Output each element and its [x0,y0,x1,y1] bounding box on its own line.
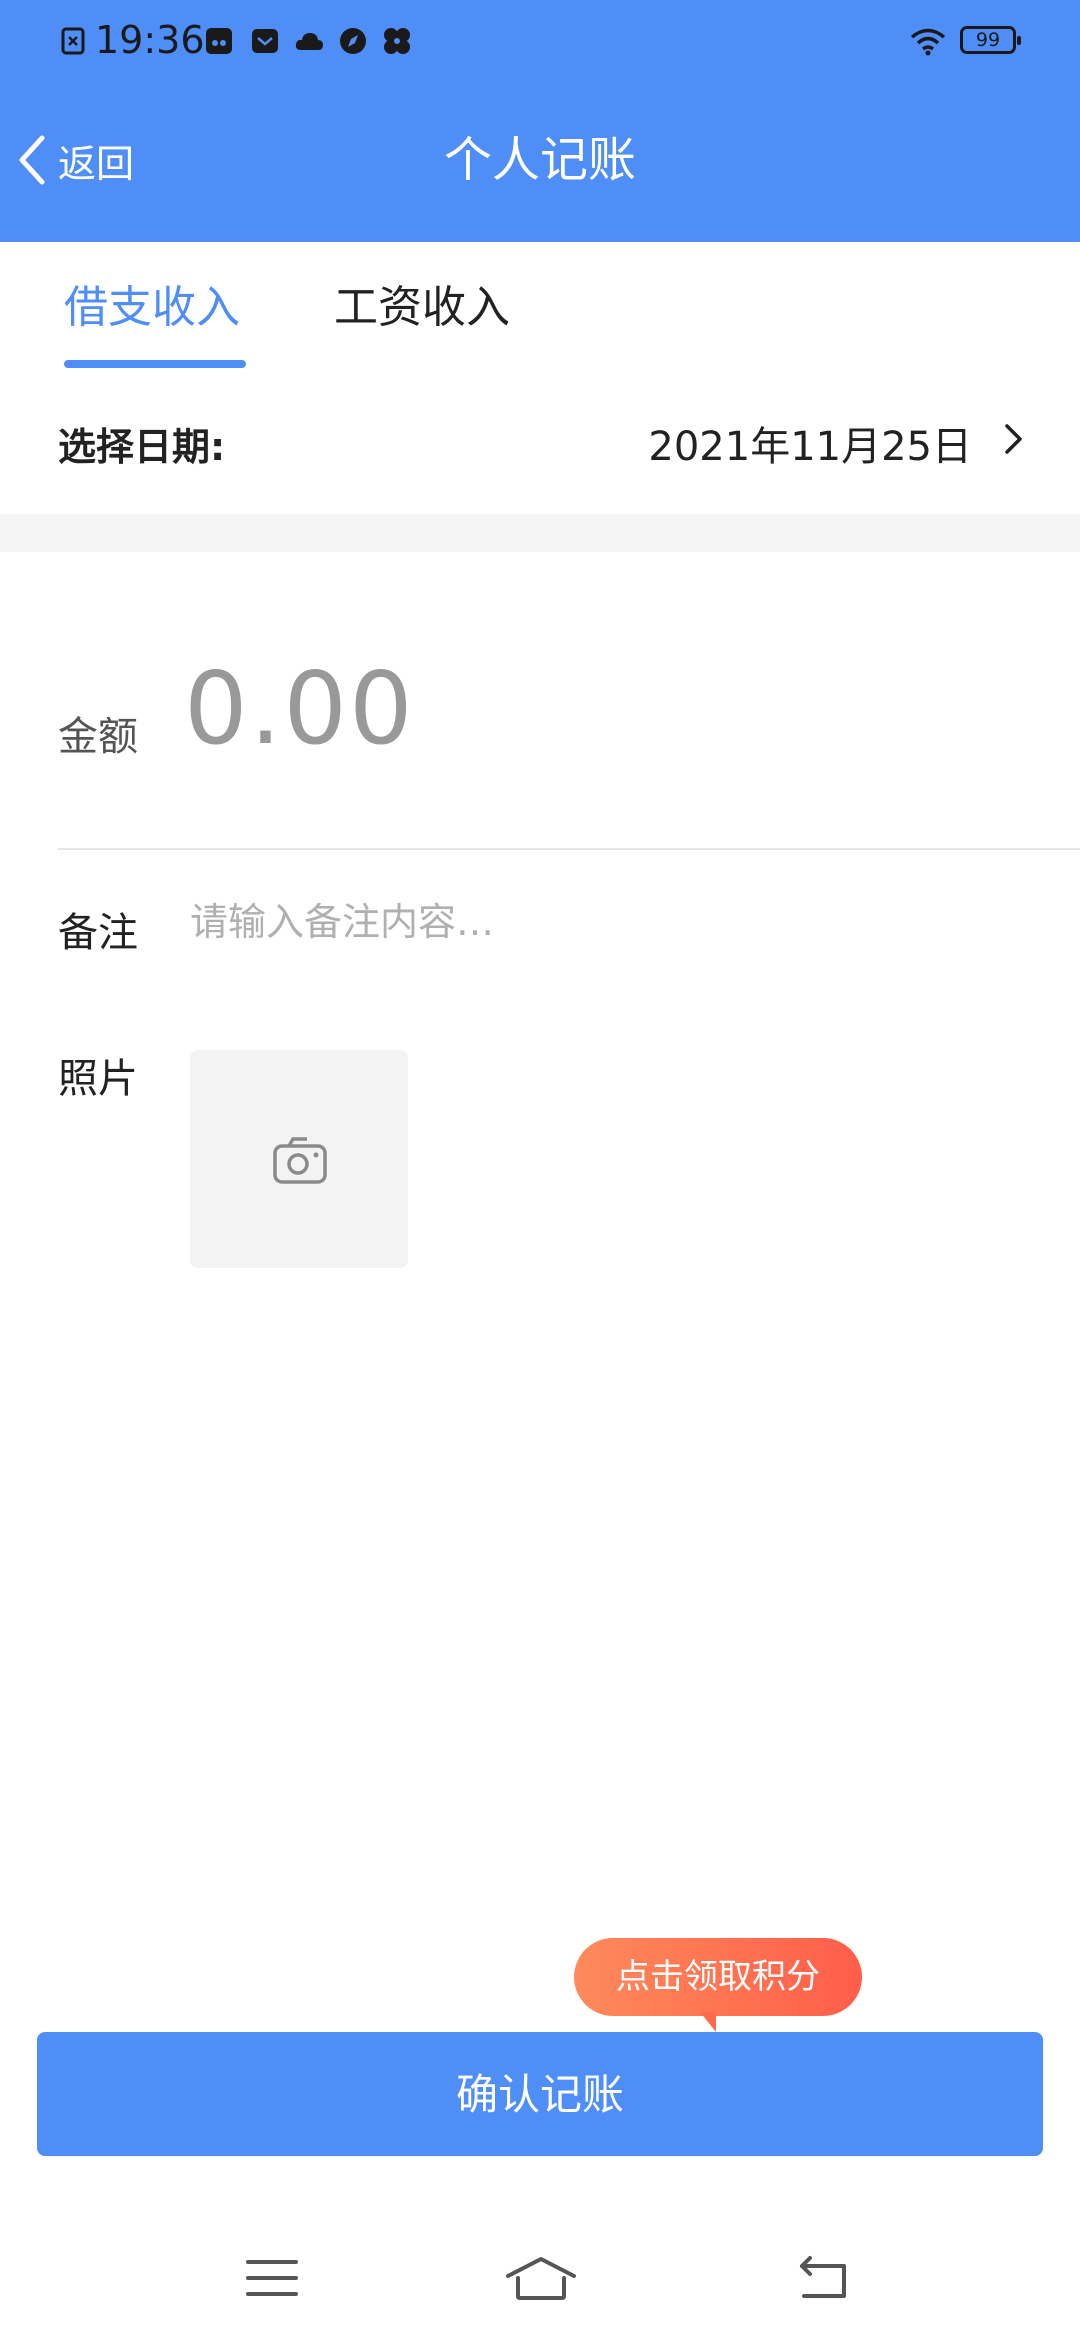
tab-salary-income[interactable]: 工资收入 [334,280,510,336]
system-nav-bar [0,2210,1080,2340]
header-bar: 19:36 99 返回 个人记账 [0,0,1080,242]
amount-input[interactable]: 0.00 [184,650,415,767]
notification-icon [206,28,232,54]
divider [58,848,1080,850]
note-input[interactable] [190,892,990,952]
page-title: 个人记账 [443,132,636,188]
reward-points-bubble[interactable]: 点击领取积分 [574,1938,862,2016]
confirm-record-button[interactable]: 确认记账 [37,2032,1043,2156]
photo-label: 照片 [58,1056,138,1102]
date-label: 选择日期: [58,425,226,469]
fan-icon [384,28,410,54]
sim-icon [61,27,85,55]
wifi-icon [910,28,946,56]
back-icon[interactable] [794,2254,854,2302]
note-label: 备注 [58,910,138,956]
chevron-right-icon [1005,424,1022,454]
mail-icon [252,29,278,53]
status-time: 19:36 [95,18,205,62]
menu-icon[interactable] [242,2254,302,2302]
battery-indicator: 99 [960,26,1021,54]
tab-loan-income[interactable]: 借支收入 [64,280,240,336]
add-photo-button[interactable] [190,1050,408,1268]
camera-icon [273,1137,327,1184]
active-tab-indicator [64,360,246,368]
amount-label: 金额 [58,714,138,760]
date-value: 2021年11月25日 [648,424,972,470]
date-picker-row[interactable]: 选择日期: 2021年11月25日 [0,370,1080,514]
home-icon[interactable] [504,2254,578,2302]
cloud-icon [295,33,323,50]
compass-icon [340,28,366,54]
tab-bar: 借支收入 工资收入 [0,242,1080,370]
reward-bubble-tail [700,2012,716,2032]
section-gap [0,514,1080,552]
